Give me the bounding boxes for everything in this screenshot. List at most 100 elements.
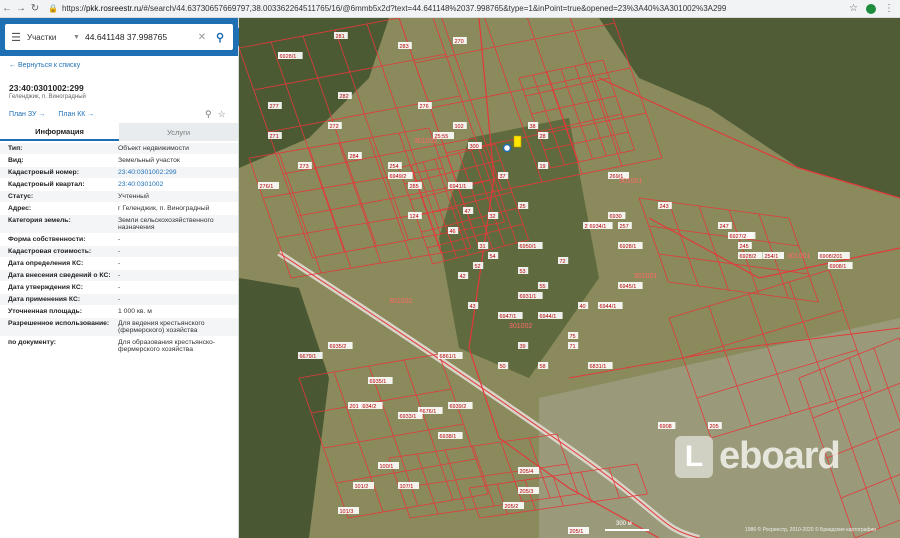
parcel-number-label: 55 [540, 284, 546, 290]
parcel-number-label: 101/3 [340, 509, 354, 515]
attribute-key: Уточненная площадь: [8, 308, 82, 315]
cadastral-quarter-label: 301001 [787, 253, 810, 260]
parcel-number-label: 284 [350, 154, 359, 160]
parcel-number-label: 52 [475, 264, 481, 270]
parcel-number-label: 6947/1 [500, 314, 517, 320]
parcel-number-label: 205/3 [520, 489, 534, 495]
zoom-to-icon[interactable]: ⚲ [205, 109, 212, 120]
parcel-number-label: 254 [390, 164, 399, 170]
parcel-number-label: 205 [710, 424, 719, 430]
attribute-key: Дата утверждения КС: [8, 284, 84, 291]
watermark-logo-box: L [675, 435, 713, 478]
attribute-value: Объект недвижимости [118, 145, 189, 152]
parcel-number-label: 75 [570, 334, 576, 340]
parcel-number-label: 6928/1 [280, 54, 297, 60]
attribute-row: Кадастровая стоимость: - [0, 246, 238, 258]
plan-kk-link[interactable]: План КК → [58, 111, 94, 118]
parcel-number-label: 276/1 [260, 184, 274, 190]
parcel-number-label: 6861/1 [440, 354, 457, 360]
attribute-row: Уточненная площадь: 1 000 кв. м [0, 306, 238, 318]
parcel-number-label: 205/1 [570, 529, 584, 535]
parcel-number-label: 247 [720, 224, 729, 230]
attribute-value[interactable]: 23:40:0301002:299 [118, 167, 238, 178]
parcel-number-label: 285 [410, 184, 419, 190]
parcel-number-label: 101/2 [355, 484, 369, 490]
chevron-down-icon[interactable]: ▼ [73, 34, 85, 41]
search-type-select[interactable]: Участки [27, 33, 73, 42]
menu-icon[interactable]: ☰ [5, 31, 27, 44]
parcel-number-label: 47 [465, 209, 471, 215]
back-icon[interactable]: ← [0, 3, 14, 14]
parcel-number-label: 100/1 [380, 464, 394, 470]
reload-icon[interactable]: ↻ [28, 3, 42, 14]
parcel-number-label: 6928/2 [740, 254, 757, 260]
attribute-value[interactable]: 23:40:0301002 [118, 179, 238, 190]
attribute-key: Разрешенное использование: [8, 320, 110, 327]
attribute-key: Кадастровая стоимость: [8, 248, 92, 255]
attribute-row: Дата применения КС: - [0, 294, 238, 306]
parcel-number-label: 43 [470, 304, 476, 310]
attribute-key: Дата применения КС: [8, 296, 81, 303]
attribute-row: Разрешенное использование: Для ведения кр… [0, 318, 238, 337]
attribute-value: - [118, 236, 121, 243]
parcel-number-label: 245 [740, 244, 749, 250]
search-bar: ☰ Участки ▼ ✕ ⚲ [0, 18, 238, 56]
info-panel: ☰ Участки ▼ ✕ ⚲ ← Вернуться к списку 23:… [0, 18, 239, 538]
attribute-key: Кадастровый квартал: [8, 181, 85, 188]
favorite-star-icon[interactable]: ☆ [218, 109, 226, 120]
location-marker-icon [502, 143, 512, 153]
attribute-key: по документу: [8, 339, 57, 346]
back-to-list-link[interactable]: ← Вернуться к списку [9, 62, 80, 69]
parcel-number-label: 6679/1 [300, 354, 317, 360]
attribute-key: Дата внесения сведений о КС: [8, 272, 111, 279]
attribute-value: Учтенный [118, 193, 149, 200]
forward-icon[interactable]: → [14, 3, 28, 14]
attribute-row: Форма собственности: - [0, 234, 238, 246]
attribute-row: Адрес: г Геленджик, п. Виноградный [0, 203, 238, 215]
attribute-value: 1 000 кв. м [118, 308, 152, 315]
clear-icon[interactable]: ✕ [195, 32, 209, 43]
plan-zu-link[interactable]: План ЗУ → [9, 111, 45, 118]
browser-menu-icon[interactable]: ⋮ [884, 3, 894, 14]
parcel-number-label: 6908/201 [820, 254, 843, 260]
attribute-value: Для ведения крестьянского (фермерского) … [118, 320, 205, 334]
parcel-number-label: 72 [560, 259, 566, 265]
parcel-number-label: 6944/1 [600, 304, 617, 310]
attribute-value: Земельный участок [118, 157, 180, 164]
search-input[interactable] [85, 32, 195, 42]
parcel-number-label: 300 [470, 144, 479, 150]
attribute-row: Дата определения КС: - [0, 258, 238, 270]
parcel-number-label: 71 [570, 344, 576, 350]
parcel-number-label: 38 [530, 124, 536, 130]
parcel-number-label: 6831/1 [590, 364, 607, 370]
bookmark-star-icon[interactable]: ☆ [849, 3, 858, 14]
address-bar[interactable]: https://pkk.rosreestr.ru/#/search/44.637… [62, 4, 822, 13]
tab-info[interactable]: Информация [0, 123, 119, 141]
parcel-number-label: 107/1 [400, 484, 414, 490]
attribute-row: Кадастровый квартал: 23:40:0301002 [0, 179, 238, 191]
parcel-number-label: 6938/1 [440, 434, 457, 440]
attribute-value: - [118, 260, 121, 267]
tab-services[interactable]: Услуги [119, 123, 238, 141]
attribute-value: - [118, 248, 121, 255]
parcel-number-label: 6935/2 [330, 344, 347, 350]
lock-icon[interactable]: 🔒 [48, 4, 58, 13]
extension-icon[interactable] [866, 3, 876, 14]
parcel-number-label: 54 [490, 254, 496, 260]
parcel-number-label: 124 [410, 214, 419, 220]
cadastral-quarter-label: 301001 [634, 273, 657, 280]
attribute-row: Кадастровый номер: 23:40:0301002:299 [0, 167, 238, 179]
cadastral-quarter-label: 301002 [509, 323, 532, 330]
parcel-number-label: 6934/2 [360, 404, 377, 410]
parcel-number-label: 283 [400, 44, 409, 50]
parcel-number-label: 39 [520, 344, 526, 350]
parcel-number-label: 58 [540, 364, 546, 370]
parcel-number-label: 282 [340, 94, 349, 100]
parcel-number-label: 6934/1 [590, 224, 607, 230]
parcel-number-label: 6928/1 [620, 244, 637, 250]
watermark: L eboard [675, 435, 841, 478]
search-button[interactable]: ⚲ [209, 31, 231, 44]
attribute-key: Адрес: [8, 205, 32, 212]
attribute-row: Вид: Земельный участок [0, 155, 238, 167]
parcel-number-label: 6949/2 [390, 174, 407, 180]
